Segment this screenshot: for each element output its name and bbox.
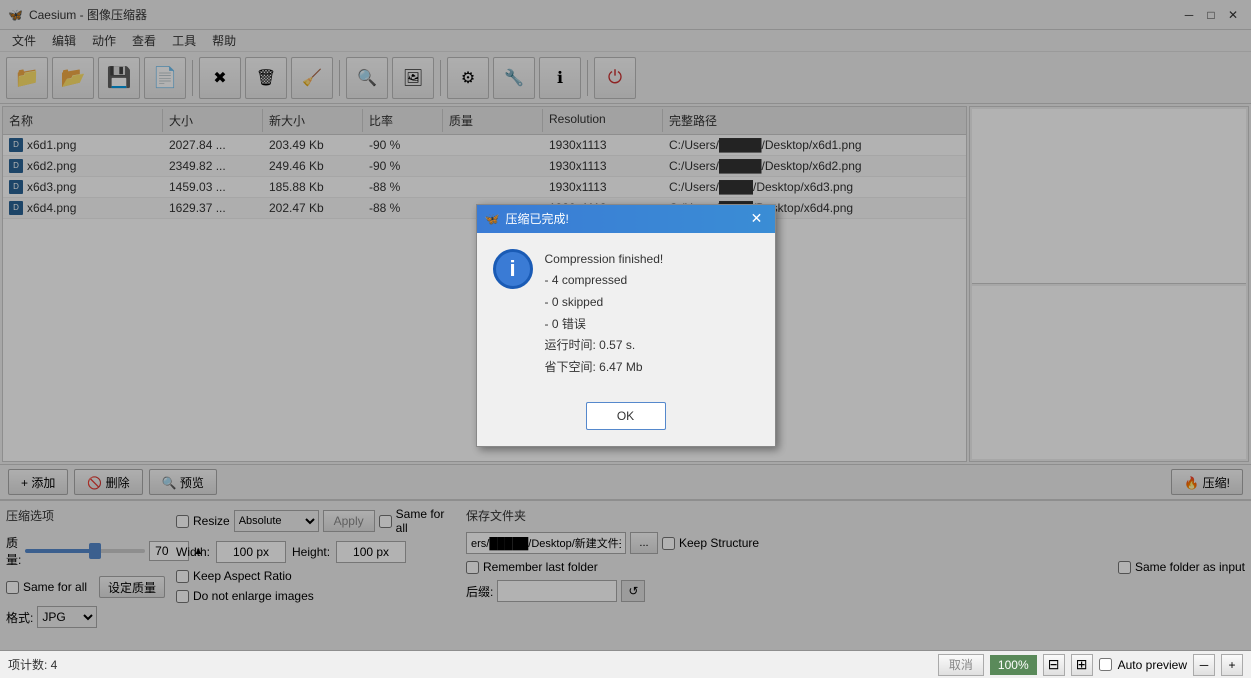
dialog-info-icon: i [493, 249, 533, 289]
dialog-message: Compression finished! - 4 compressed - 0… [545, 249, 664, 379]
zoom-minus-button[interactable]: ─ [1193, 654, 1215, 676]
zoom-increase-button[interactable]: ⊞ [1071, 654, 1093, 676]
dialog-footer: OK [477, 394, 775, 446]
zoom-plus-button[interactable]: + [1221, 654, 1243, 676]
dialog-title-bar: 🦋 压缩已完成! ✕ [477, 205, 775, 233]
dialog-icon-small: 🦋 [485, 212, 500, 226]
auto-preview-label: Auto preview [1118, 658, 1187, 672]
dialog-line3: - 0 skipped [545, 292, 664, 314]
zoom-level: 100% [990, 655, 1037, 675]
status-bar: 项计数: 4 取消 100% ⊟ ⊞ Auto preview ─ + [0, 650, 1251, 678]
dialog-line5: 运行时间: 0.57 s. [545, 335, 664, 357]
dialog-line1: Compression finished! [545, 249, 664, 271]
ok-button[interactable]: OK [586, 402, 666, 430]
dialog-line6: 省下空间: 6.47 Mb [545, 357, 664, 379]
compression-dialog: 🦋 压缩已完成! ✕ i Compression finished! - 4 c… [476, 204, 776, 448]
zoom-decrease-button[interactable]: ⊟ [1043, 654, 1065, 676]
dialog-close-button[interactable]: ✕ [747, 209, 767, 229]
cancel-button[interactable]: 取消 [938, 654, 984, 676]
status-right: 取消 100% ⊟ ⊞ Auto preview ─ + [938, 654, 1243, 676]
auto-preview-checkbox[interactable] [1099, 658, 1112, 671]
dialog-line2: - 4 compressed [545, 270, 664, 292]
dialog-overlay: 🦋 压缩已完成! ✕ i Compression finished! - 4 c… [0, 0, 1251, 651]
dialog-body: i Compression finished! - 4 compressed -… [477, 233, 775, 395]
dialog-line4: - 0 错误 [545, 314, 664, 336]
dialog-title-text: 🦋 压缩已完成! [485, 210, 569, 227]
item-count: 项计数: 4 [8, 656, 57, 673]
